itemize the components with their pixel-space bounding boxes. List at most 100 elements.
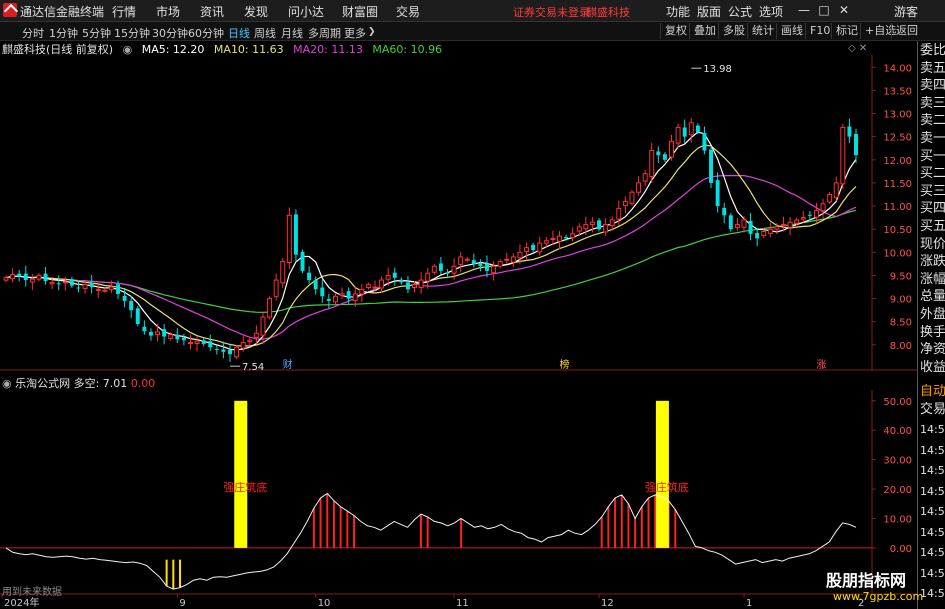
candle-body [478,262,483,267]
candle-body [431,265,437,273]
candle-body [827,193,833,203]
candle-body [570,233,576,239]
indicator-value: 多空: 7.01 [73,377,128,390]
candle-body [418,279,424,288]
price-tick-label: 12.50 [883,133,912,144]
signal-column [234,400,248,548]
candle-body [616,207,622,220]
candle-body [629,191,635,204]
candle-body [807,214,812,216]
quote-field-label[interactable]: 现价 [920,237,945,253]
quote-field-label[interactable]: 卖三 [920,96,945,112]
candle-body [597,220,601,230]
quote-field-label[interactable]: 涨跌 [920,254,945,270]
candle-body [188,342,193,345]
quote-field-label[interactable]: 涨幅 [920,272,945,288]
date-tick-label: 10 [318,598,331,609]
indicator-settings-icon[interactable]: ◉ [2,377,12,390]
quote-field-label[interactable]: 买一 [920,149,945,165]
candle-body [332,295,338,303]
ind-tick-label: 20.00 [883,485,912,496]
candle-body [260,316,266,336]
candle-body [392,272,397,278]
candle-body [497,261,503,267]
candle-body [847,126,852,137]
quote-field-label[interactable]: 换手 [920,325,945,341]
candle-body [524,247,530,252]
candle-body [379,279,385,289]
candle-body [669,140,674,158]
candle-body [656,151,661,156]
ma20-line [5,175,857,340]
candles [3,117,858,362]
candle-body [82,284,88,289]
candle-body [162,329,167,337]
candle-body [781,224,786,227]
quote-field-label[interactable]: 净资 [920,342,945,358]
signal-label: 强庄筑底 [223,480,267,494]
ma-settings-icon[interactable]: ◉ [123,43,133,56]
candle-body [29,278,35,283]
auto-trade-tab[interactable]: 自动 [920,384,945,400]
price-tick-label: 11.50 [883,179,912,190]
marker-cai: 财 [283,358,293,371]
candle-body [346,291,351,299]
quote-field-label[interactable]: 买二 [920,166,945,182]
candle-body [293,214,298,255]
candle-body [589,221,595,226]
quote-field-label[interactable]: 委比 [920,43,945,59]
price-tick-label: 11.00 [883,202,912,213]
high-price-label: 13.98 [703,64,732,75]
candle-body [840,126,846,185]
quote-field-label[interactable]: 卖五 [920,61,945,77]
candle-body [445,272,450,274]
candle-body [662,154,667,160]
candle-body [76,287,81,289]
candle-body [221,349,226,352]
candle-body [102,289,108,292]
candle-body [23,273,28,281]
candle-body [854,133,858,156]
quote-field-label[interactable]: 收益 [920,360,945,376]
indicator-value2: 0.00 [130,377,156,390]
candle-body [240,342,246,349]
candle-body [194,340,200,344]
candle-body [576,226,582,232]
quote-field-label[interactable]: 卖二 [920,113,945,129]
trade-tab[interactable]: 交易 [920,402,945,418]
ma20-path [5,175,857,340]
tick-time-label: 14:56 [920,505,945,518]
candle-body [313,280,318,290]
ind-tick-label: 40.00 [883,426,912,437]
candle-body [688,122,694,136]
low-price-label: 7.54 [242,362,264,373]
candle-body [175,334,180,340]
watermark-url: www.7gpzb.com [833,590,924,603]
quote-field-label[interactable]: 买四 [920,201,945,217]
candle-body [517,251,523,259]
quote-field-label[interactable]: 卖四 [920,78,945,94]
candle-body [3,277,9,281]
future-data-notice: 用到未来数据 [2,587,62,598]
tick-time-label: 14:56 [920,464,945,477]
chart-menu-icon[interactable]: ◇ ✕ [848,43,867,54]
candle-body [583,224,589,230]
quote-field-label[interactable]: 买五 [920,219,945,235]
quote-field-label[interactable]: 卖一 [920,131,945,147]
candle-body [767,228,773,234]
candle-body [122,295,127,301]
quote-field-label[interactable]: 总量 [920,289,945,305]
kline-chart[interactable]: 8.008.509.009.5010.0010.5011.0011.5012.0… [0,0,917,609]
quote-field-label[interactable]: 买三 [920,184,945,200]
candle-body [458,256,464,265]
ma5-path [5,131,857,351]
candle-body [734,224,740,228]
candle-body [800,217,806,220]
candle-body [62,281,68,284]
indicator-axis: 0.00 10.00 20.00 30.00 40.00 50.00 [0,397,912,555]
tick-time-label: 14:56 [920,525,945,539]
candle-body [69,279,74,286]
quote-field-label[interactable]: 外盘 [920,307,945,323]
candle-body [300,251,305,271]
candle-body [155,331,161,336]
